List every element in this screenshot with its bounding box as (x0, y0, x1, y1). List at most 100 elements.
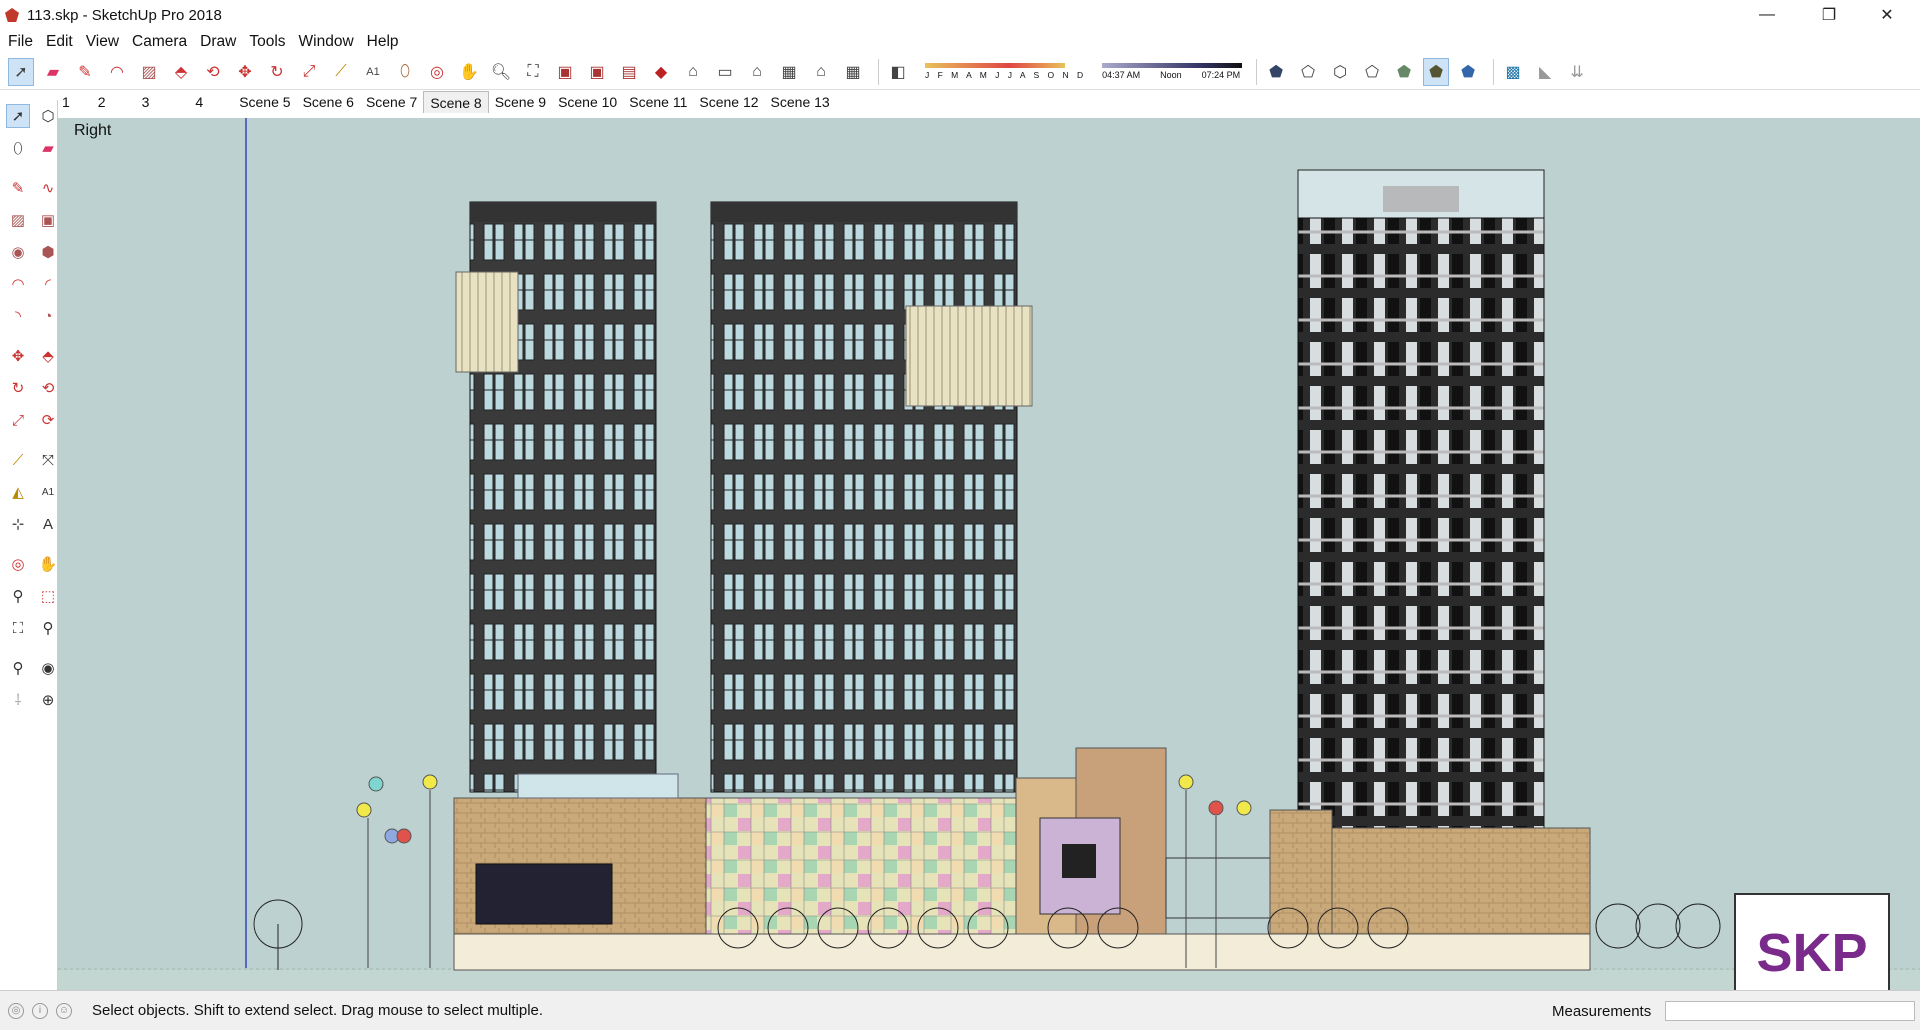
paint-icon[interactable]: ⬯ (392, 58, 418, 86)
model-viewport[interactable]: Right (58, 118, 1920, 990)
right-view-icon[interactable]: ▦ (776, 58, 802, 86)
text-icon[interactable]: A1 (360, 58, 386, 86)
scene-tab[interactable]: 4 (189, 91, 209, 113)
iso-view-icon[interactable]: ⌂ (680, 58, 706, 86)
wireframe-icon[interactable]: ⬡ (1327, 58, 1353, 86)
menu-window[interactable]: Window (299, 33, 354, 51)
rectangle-icon[interactable]: ▨ (6, 208, 30, 232)
measurements-input[interactable] (1665, 1001, 1915, 1021)
ruby-icon[interactable]: ◆ (648, 58, 674, 86)
shaded-texture-icon[interactable]: ⬟ (1423, 57, 1450, 86)
line-icon[interactable]: ✎ (6, 176, 30, 200)
warehouse-icon[interactable]: ▣ (552, 58, 578, 86)
pan-icon[interactable]: ✋ (36, 552, 60, 576)
zoom-extents-icon[interactable]: ⛶ (6, 616, 30, 640)
rotate-icon[interactable]: ↻ (264, 58, 290, 86)
text-icon[interactable]: A1 (36, 480, 60, 504)
dimension-icon[interactable]: ⤧ (36, 448, 60, 472)
arc-icon[interactable]: ◠ (104, 58, 130, 86)
menu-help[interactable]: Help (367, 33, 399, 51)
protractor-icon[interactable]: ◭ (6, 480, 30, 504)
3d-text-icon[interactable]: A (36, 512, 60, 536)
shadow-time-slider[interactable]: 04:37 AM Noon 07:24 PM (1102, 57, 1243, 87)
scale-icon[interactable]: ⤢ (296, 58, 322, 86)
shadow-date-slider[interactable]: J F M A M J J A S O N D (925, 57, 1086, 87)
scene-tab[interactable]: Scene 6 (297, 91, 360, 113)
scene-tab[interactable]: 2 (92, 91, 112, 113)
circle-icon[interactable]: ◉ (6, 240, 30, 264)
push-pull-icon[interactable]: ⬘ (36, 344, 60, 368)
shadows-icon[interactable]: ◧ (885, 58, 911, 86)
zoom-window-icon[interactable]: ⬚ (36, 584, 60, 608)
section-plane-icon[interactable]: ▩ (1500, 58, 1526, 86)
back-view-icon[interactable]: ⌂ (808, 58, 834, 86)
arc-icon[interactable]: ◠ (6, 272, 30, 296)
axes-icon[interactable]: ⊹ (6, 512, 30, 536)
select-icon[interactable]: ➚ (8, 57, 34, 86)
three-point-arc-icon[interactable]: ◝ (6, 304, 30, 328)
close-button[interactable]: ✕ (1858, 0, 1916, 30)
left-view-icon[interactable]: ▦ (840, 58, 866, 86)
extension-icon[interactable]: ▣ (584, 58, 610, 86)
section-cut-icon[interactable]: ◣ (1532, 58, 1558, 86)
select-icon[interactable]: ➚ (6, 104, 30, 128)
scale-icon[interactable]: ⤢ (6, 408, 30, 432)
menu-camera[interactable]: Camera (132, 33, 187, 51)
scene-tab[interactable]: Scene 11 (623, 91, 693, 113)
push-pull-icon[interactable]: ⬘ (168, 58, 194, 86)
credits-icon[interactable]: i (32, 1002, 48, 1019)
menu-edit[interactable]: Edit (46, 33, 73, 51)
scene-tab[interactable]: Scene 13 (765, 91, 836, 113)
scene-tab[interactable]: Scene 5 (233, 91, 296, 113)
make-component-icon[interactable]: ⬡ (36, 104, 60, 128)
scene-tab[interactable]: Scene 9 (489, 91, 552, 113)
follow-me-icon[interactable]: ⟲ (36, 376, 60, 400)
pencil-icon[interactable]: ✎ (72, 58, 98, 86)
hidden-line-icon[interactable]: ⬠ (1359, 58, 1385, 86)
zoom-icon[interactable]: ⚲ (6, 584, 30, 608)
orbit-icon[interactable]: ◎ (424, 58, 450, 86)
scene-tab[interactable]: Scene 7 (360, 91, 423, 113)
rectangle-icon[interactable]: ▨ (136, 58, 162, 86)
tape-icon[interactable]: ⟋ (328, 58, 354, 86)
monochrome-icon[interactable]: ⬟ (1455, 58, 1481, 86)
date-slider-track[interactable] (925, 63, 1065, 68)
maximize-button[interactable]: ❐ (1800, 0, 1858, 30)
look-around-icon[interactable]: ◉ (36, 656, 60, 680)
menu-file[interactable]: File (8, 33, 33, 51)
section-plane-icon[interactable]: ⊕ (36, 688, 60, 712)
shaded-icon[interactable]: ⬟ (1391, 58, 1417, 86)
previous-view-icon[interactable]: ⚲ (36, 616, 60, 640)
eraser-icon[interactable]: ▰ (40, 58, 66, 86)
offset-icon[interactable]: ⟳ (36, 408, 60, 432)
tape-measure-icon[interactable]: ⟋ (6, 448, 30, 472)
position-camera-icon[interactable]: ⚲ (6, 656, 30, 680)
menu-tools[interactable]: Tools (249, 33, 285, 51)
time-slider-track[interactable] (1102, 63, 1243, 68)
freehand-icon[interactable]: ∿ (36, 176, 60, 200)
user-account-icon[interactable]: ☺ (56, 1002, 72, 1019)
scene-tab-active[interactable]: Scene 8 (423, 91, 489, 113)
zoom-icon[interactable]: 🔍︎ (488, 58, 514, 86)
rotated-rectangle-icon[interactable]: ▣ (36, 208, 60, 232)
walk-icon[interactable]: ⸸ (6, 688, 30, 712)
xray-icon[interactable]: ⬟ (1263, 58, 1289, 86)
two-point-arc-icon[interactable]: ◜ (36, 272, 60, 296)
layout-icon[interactable]: ▤ (616, 58, 642, 86)
minimize-button[interactable]: — (1738, 0, 1796, 30)
move-icon[interactable]: ✥ (6, 344, 30, 368)
polygon-icon[interactable]: ⬢ (36, 240, 60, 264)
rotate-icon[interactable]: ↻ (6, 376, 30, 400)
front-view-icon[interactable]: ⌂ (744, 58, 770, 86)
back-edges-icon[interactable]: ⬠ (1295, 58, 1321, 86)
pie-icon[interactable]: ◔ (36, 304, 60, 328)
paint-bucket-icon[interactable]: ⬯ (6, 136, 30, 160)
pan-icon[interactable]: ✋ (456, 58, 482, 86)
follow-me-icon[interactable]: ⟲ (200, 58, 226, 86)
scene-tab[interactable]: 3 (136, 91, 156, 113)
menu-view[interactable]: View (86, 33, 119, 51)
eraser-icon[interactable]: ▰ (36, 136, 60, 160)
move-icon[interactable]: ✥ (232, 58, 258, 86)
orbit-icon[interactable]: ◎ (6, 552, 30, 576)
top-view-icon[interactable]: ▭ (712, 58, 738, 86)
